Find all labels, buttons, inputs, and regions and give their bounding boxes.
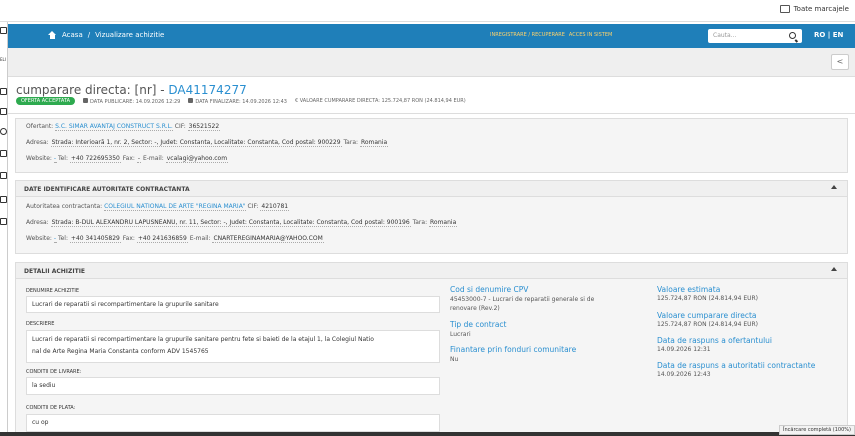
description-field: Lucrari de reparatii si recompartimentar… <box>26 330 440 363</box>
supplier-address: Strada: Interioară 1, nr. 2, Sector: -, … <box>50 139 342 147</box>
authority-row: Autoritatea contractanta: COLEGIUL NATIO… <box>26 203 290 211</box>
chevron-up-icon[interactable] <box>831 267 837 271</box>
supplier-fax: - <box>136 155 142 163</box>
grid-icon[interactable] <box>0 172 7 179</box>
bidder-response-date: 14.09.2026 12:31 <box>657 346 711 353</box>
eu-funds-value: Nu <box>450 356 459 363</box>
authority-link[interactable]: COLEGIUL NATIONAL DE ARTE "REGINA MARIA" <box>104 203 246 211</box>
authority-phone: +40 341405829 <box>69 235 121 243</box>
chevron-up-icon[interactable] <box>831 185 837 189</box>
register-link[interactable]: INREGISTRARE / RECUPERARE <box>490 32 565 38</box>
tag-icon[interactable] <box>0 150 7 157</box>
contract-type-value: Lucrari <box>450 331 471 338</box>
authority-country: Romania <box>429 219 458 227</box>
authority-website[interactable]: - <box>53 235 57 243</box>
eu-funds-label: Finantare prin fonduri comunitare <box>450 345 577 354</box>
cpv-value-2: renovare (Rev.2) <box>450 305 500 312</box>
estimated-value: 125.724,87 RON (24.814,94 EUR) <box>657 295 759 302</box>
auth-links: INREGISTRARE / RECUPERARE ACCES IN SISTE… <box>490 32 612 38</box>
supplier-contact-row: Website: - Tel: +40 722695350 Fax: - E-m… <box>26 155 229 163</box>
purchase-value-label: Valoare cumparare directa <box>657 311 757 320</box>
authority-response-date: 14.09.2026 12:43 <box>657 371 711 378</box>
load-status: Încărcare completă (100%) <box>779 425 855 435</box>
supplier-address-row: Adresa: Strada: Interioară 1, nr. 2, Sec… <box>26 139 389 147</box>
layout-icon[interactable] <box>0 196 7 203</box>
supplier-phone: +40 722695350 <box>69 155 121 163</box>
authority-response-label: Data de raspuns a autoritatii contractan… <box>657 361 816 370</box>
procurement-code: DA41174277 <box>168 83 247 97</box>
contract-type-label: Tip de contract <box>450 320 507 329</box>
history-icon[interactable] <box>0 128 7 135</box>
authority-address: Strada: B-DUL ALEXANDRU LAPUSNEANU, nr. … <box>50 219 411 227</box>
page-title: cumparare directa: [nr] - DA41174277 <box>16 83 247 97</box>
description-line-2: nal de Arte Regina Maria Constanta confo… <box>32 348 209 355</box>
payment-label: CONDITII DE PLATA: <box>26 405 76 411</box>
estimated-value-label: Valoare estimata <box>657 285 721 294</box>
calendar-icon <box>83 97 89 103</box>
name-label: DENUMIRE ACHIZITIE <box>26 288 80 294</box>
folder-icon <box>779 5 790 13</box>
search-input[interactable]: Cauta... <box>708 29 802 43</box>
header-meta: OFERTA ACCEPTATA DATA PUBLICARE: 14.09.2… <box>16 97 466 105</box>
procurement-header: cumparare directa: [nr] - DA41174277 OFE… <box>8 78 855 114</box>
sub-toolbar: < <box>8 48 855 77</box>
left-rail: ELI <box>0 22 8 436</box>
cpv-label: Cod si denumire CPV <box>450 285 529 294</box>
name-field: Lucrari de reparatii si recompartimentar… <box>26 296 440 313</box>
supplier-link[interactable]: S.C. SIMAR AVANTAJ CONSTRUCT S.R.L. <box>55 123 173 131</box>
description-line-1: Lucrari de reparatii si recompartimentar… <box>32 336 374 343</box>
all-bookmarks-button[interactable]: Toate marcajele <box>779 5 849 13</box>
search-placeholder: Cauta... <box>713 32 737 39</box>
bidder-response-label: Data de raspuns a ofertantului <box>657 336 773 345</box>
direct-purchase-value: € VALOARE CUMPARARE DIRECTA: 125.724,87 … <box>294 98 466 104</box>
menu-icon[interactable] <box>0 27 7 34</box>
taskbar-strip <box>0 432 855 436</box>
description-label: DESCRIERE <box>26 321 55 327</box>
authority-email: CNARTEREGINAMARIA@YAHOO.COM <box>212 235 324 243</box>
top-navigation: Acasa / Vizualizare achizitie INREGISTRA… <box>8 24 855 48</box>
details-heading[interactable]: DETALII ACHIZITIE <box>16 263 847 279</box>
all-bookmarks-label: Toate marcajele <box>793 5 849 13</box>
bookmarks-bar: Toate marcajele <box>0 0 855 22</box>
breadcrumb-separator: / <box>87 31 91 39</box>
language-switch[interactable]: RO | EN <box>814 31 843 39</box>
authority-fax: +40 241636859 <box>136 235 188 243</box>
supplier-cif: 36521522 <box>187 123 221 131</box>
breadcrumb-home[interactable]: Acasa <box>62 31 83 39</box>
calendar-icon <box>188 97 194 103</box>
title-prefix: cumparare directa: [nr] - <box>16 83 169 97</box>
authority-contact-row: Website: - Tel: +40 341405829 Fax: +40 2… <box>26 235 324 243</box>
home-icon <box>48 31 57 39</box>
supplier-website[interactable]: - <box>53 155 57 163</box>
box-icon[interactable] <box>0 218 7 225</box>
login-link[interactable]: ACCES IN SISTEM <box>569 32 612 38</box>
authority-cif: 4210781 <box>260 203 290 211</box>
supplier-country: Romania <box>359 139 389 147</box>
final-date: DATA FINALIZARE: 14.09.2026 12:43 <box>188 97 287 105</box>
list-icon[interactable] <box>0 88 7 95</box>
status-badge: OFERTA ACCEPTATA <box>16 97 76 105</box>
authority-address-row: Adresa: Strada: B-DUL ALEXANDRU LAPUSNEA… <box>26 219 458 227</box>
delivery-label: CONDITII DE LIVRARE: <box>26 369 82 375</box>
publish-date: DATA PUBLICARE: 14.09.2026 12:29 <box>83 97 180 105</box>
supplier-panel: Ofertant: S.C. SIMAR AVANTAJ CONSTRUCT S… <box>15 118 848 173</box>
purchase-value: 125.724,87 RON (24.814,94 EUR) <box>657 321 759 328</box>
back-button[interactable]: < <box>831 54 849 70</box>
search-icon[interactable] <box>789 32 796 39</box>
procurement-details-panel: DETALII ACHIZITIE DENUMIRE ACHIZITIE Luc… <box>15 262 848 436</box>
breadcrumb-current: Vizualizare achizitie <box>95 31 165 39</box>
supplier-email: vcalagi@yahoo.com <box>165 155 229 163</box>
supplier-row: Ofertant: S.C. SIMAR AVANTAJ CONSTRUCT S… <box>26 123 221 131</box>
document-icon[interactable] <box>0 108 7 115</box>
payment-field: cu op <box>26 414 440 432</box>
breadcrumb: Acasa / Vizualizare achizitie <box>48 31 164 39</box>
rail-label: ELI <box>0 57 6 62</box>
delivery-field: la sediu <box>26 377 440 395</box>
cpv-value-1: 45453000-7 - Lucrari de reparatii genera… <box>450 296 595 303</box>
authority-panel: DATE IDENTIFICARE AUTORITATE CONTRACTANT… <box>15 180 848 254</box>
authority-heading[interactable]: DATE IDENTIFICARE AUTORITATE CONTRACTANT… <box>16 181 847 197</box>
